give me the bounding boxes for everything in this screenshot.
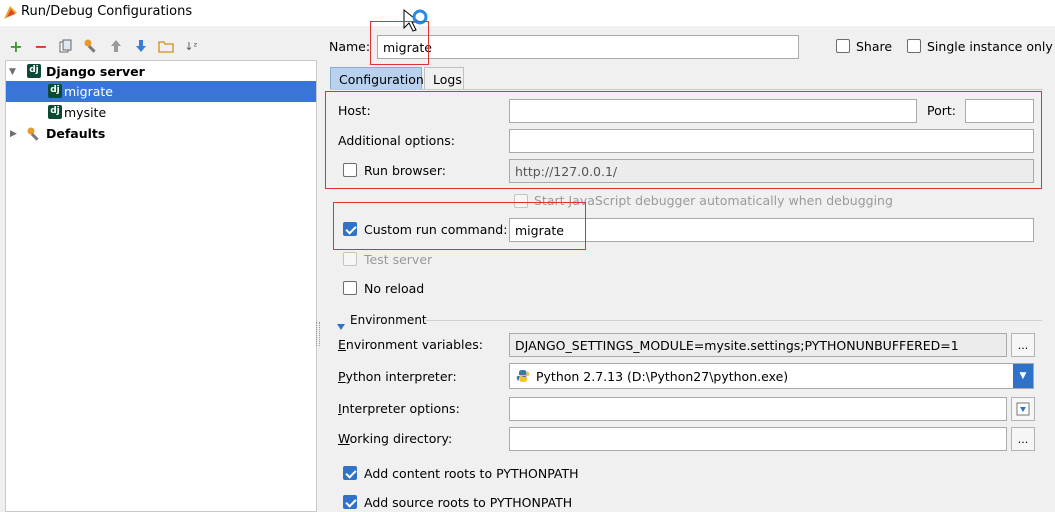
port-label: Port: [927,103,956,118]
tab-configuration[interactable]: Configuration [330,67,424,90]
name-input[interactable]: migrate [377,35,799,59]
working-directory-label: Working directory: [338,431,453,446]
remove-icon[interactable]: − [33,37,49,56]
tab-divider [330,89,1043,90]
django-icon: dj [48,105,62,119]
test-server-label: Test server [364,252,433,267]
host-label: Host: [338,103,371,118]
share-checkbox[interactable] [836,39,850,53]
custom-run-command-label: Custom run command: [364,222,508,237]
django-icon: dj [27,64,41,78]
folder-icon[interactable] [158,38,174,54]
tree-item-migrate[interactable]: dj migrate [6,81,316,102]
copy-icon[interactable] [58,38,74,54]
env-vars-browse-button[interactable]: ... [1011,333,1035,357]
additional-options-label: Additional options: [338,133,455,148]
no-reload-label: No reload [364,281,425,296]
run-browser-checkbox[interactable] [343,163,357,177]
source-roots-checkbox[interactable] [343,495,357,509]
source-roots-label: Add source roots to PYTHONPATH [364,495,573,510]
env-vars-label: Environment variables: [338,337,483,352]
no-reload-checkbox[interactable] [343,281,357,295]
python-interpreter-label: Python interpreter: [338,369,457,384]
sort-icon[interactable]: ↓ᶻ [183,38,199,54]
move-down-icon[interactable] [133,38,149,54]
window-title: Run/Debug Configurations [21,4,193,19]
port-input[interactable] [965,99,1034,123]
section-collapse-icon[interactable] [337,318,345,330]
name-label: Name: [329,39,371,54]
js-debugger-label: Start JavaScript debugger automatically … [534,193,893,208]
working-directory-browse-button[interactable]: ... [1011,427,1035,451]
content-roots-label: Add content roots to PYTHONPATH [364,466,579,481]
interpreter-options-label: Interpreter options: [338,401,460,416]
env-vars-input[interactable]: DJANGO_SETTINGS_MODULE=mysite.settings;P… [509,333,1007,357]
js-debugger-checkbox [514,194,528,208]
run-browser-label: Run browser: [364,163,446,178]
additional-options-input[interactable] [509,129,1034,153]
content-roots-checkbox[interactable] [343,466,357,480]
custom-run-command-input[interactable]: migrate [509,218,1034,242]
tree-group-label: Defaults [46,126,106,141]
python-icon [516,370,530,382]
expand-arrow-icon[interactable]: ▼ [9,67,16,77]
share-label: Share [856,39,893,54]
python-interpreter-select[interactable]: Python 2.7.13 (D:\Python27\python.exe) ▼ [509,363,1034,389]
defaults-icon [27,127,39,141]
panel-splitter[interactable] [316,322,320,346]
tree-group-django-server[interactable]: ▼ dj Django server [6,61,316,82]
working-directory-input[interactable] [509,427,1007,451]
django-icon: dj [48,84,62,98]
move-up-icon[interactable] [108,38,124,54]
tree-item-mysite[interactable]: dj mysite [6,102,316,123]
title-bar: Run/Debug Configurations [0,0,1055,26]
tree-item-label: migrate [64,84,113,99]
tab-logs[interactable]: Logs [424,67,464,90]
interpreter-options-input[interactable] [509,397,1007,421]
edit-defaults-icon[interactable] [83,38,99,54]
collapse-arrow-icon[interactable]: ▶ [10,129,17,139]
app-logo-icon [4,6,17,19]
configurations-tree[interactable]: ▼ dj Django server dj migrate dj mysite … [5,60,317,512]
python-interpreter-value: Python 2.7.13 (D:\Python27\python.exe) [536,368,789,384]
tree-group-defaults[interactable]: ▶ Defaults [6,123,316,144]
busy-cursor-icon [403,8,428,32]
tree-item-label: mysite [64,105,107,120]
single-instance-checkbox[interactable] [907,39,921,53]
add-icon[interactable]: + [8,37,24,56]
tree-group-label: Django server [46,64,145,79]
section-divider [426,320,1042,321]
single-instance-label: Single instance only [927,39,1053,54]
run-browser-url-input[interactable]: http://127.0.0.1/ [509,159,1034,183]
environment-section-label: Environment [350,313,427,327]
test-server-checkbox [343,252,357,266]
host-input[interactable] [509,99,917,123]
dropdown-arrow-icon[interactable]: ▼ [1013,364,1033,388]
expand-editor-icon[interactable] [1011,397,1035,421]
custom-run-command-checkbox[interactable] [343,222,357,236]
